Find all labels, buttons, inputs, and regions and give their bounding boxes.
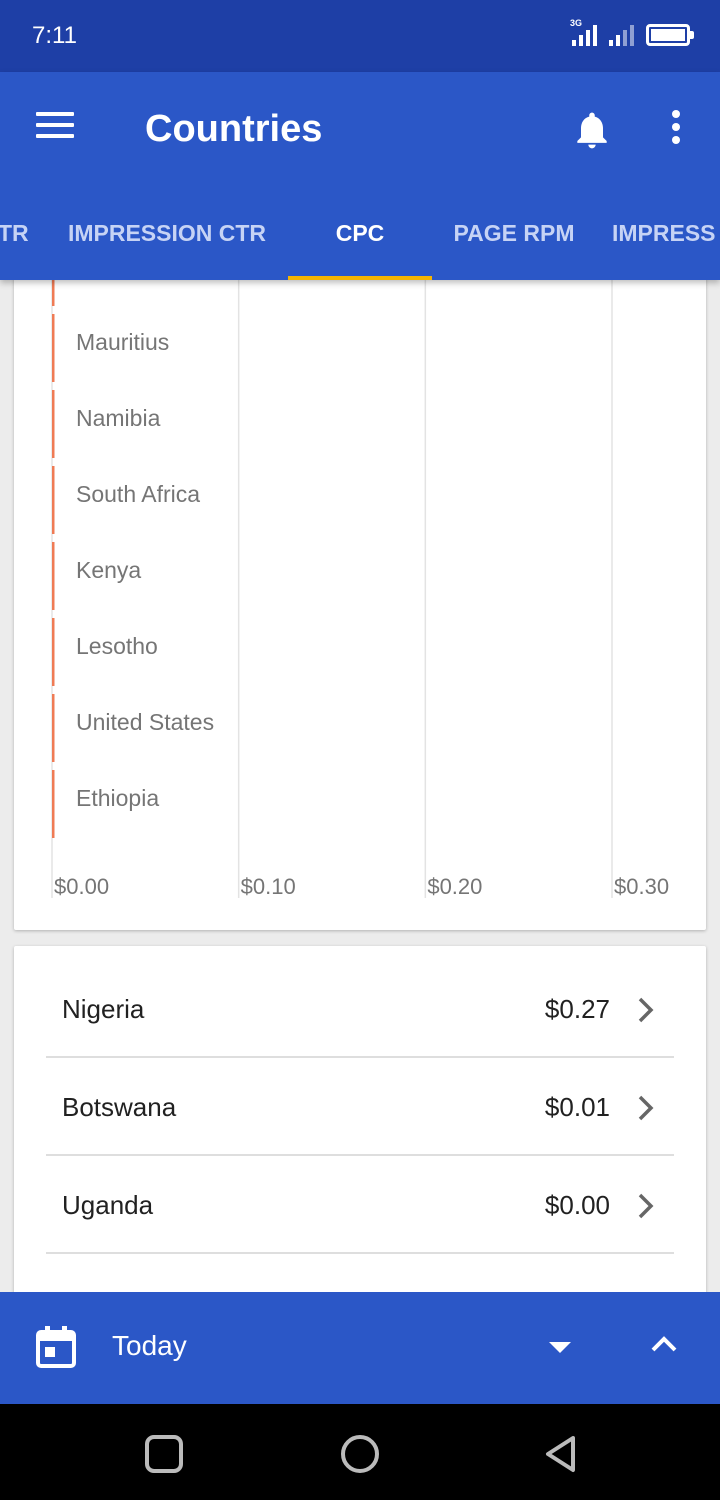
status-icons: 3G: [570, 18, 694, 46]
category-label: Lesotho: [76, 633, 158, 659]
country-name: Uganda: [62, 1190, 154, 1220]
status-time: 7:11: [32, 22, 77, 49]
country-value: $0.00: [544, 1190, 610, 1220]
back-icon[interactable]: [540, 1432, 584, 1476]
country-value: $0.01: [544, 1092, 610, 1122]
x-tick-label: $0.30: [614, 874, 669, 899]
cpc-bar-chart: $0.00$0.10$0.20$0.30UgandaMauritiusNamib…: [51, 240, 669, 899]
list-item[interactable]: Nigeria $0.27: [46, 960, 674, 1058]
page-title: Countries: [145, 108, 323, 150]
tab-impression-ctr[interactable]: IMPRESSION CTR: [62, 212, 272, 280]
battery-icon: [646, 24, 694, 46]
bar: [52, 542, 55, 610]
tab-impressions[interactable]: IMPRESS: [612, 212, 720, 280]
dropdown-arrow-icon[interactable]: [540, 1332, 580, 1364]
country-list: Nigeria $0.27 Botswana $0.01 Uganda $0.0…: [14, 946, 706, 1306]
country-name: Botswana: [62, 1092, 177, 1122]
x-tick-label: $0.10: [241, 874, 296, 899]
tab-page-rpm[interactable]: PAGE RPM: [446, 212, 582, 280]
bar: [52, 466, 55, 534]
category-label: United States: [76, 709, 214, 735]
bar: [52, 314, 55, 382]
chevron-up-icon[interactable]: [644, 1328, 684, 1360]
more-vert-icon[interactable]: [664, 110, 688, 150]
bar: [52, 390, 55, 458]
bar: [52, 770, 55, 838]
category-label: South Africa: [76, 481, 200, 507]
chart-card: $0.00$0.10$0.20$0.30UgandaMauritiusNamib…: [14, 240, 706, 930]
category-label: Mauritius: [76, 329, 169, 355]
bell-icon[interactable]: [570, 108, 614, 152]
country-name: Nigeria: [62, 994, 145, 1024]
list-item[interactable]: Uganda $0.00: [46, 1156, 674, 1254]
system-nav-bar: [0, 1404, 720, 1500]
x-tick-label: $0.20: [427, 874, 482, 899]
date-range-bar: Today: [0, 1292, 720, 1404]
country-value: $0.27: [544, 994, 610, 1024]
status-bar: 7:11 3G: [0, 0, 720, 72]
bar: [52, 618, 55, 686]
recents-icon[interactable]: [142, 1432, 186, 1476]
chevron-right-icon: [638, 1095, 654, 1121]
tab-cpc[interactable]: CPC: [288, 212, 432, 280]
bar: [52, 694, 55, 762]
chevron-right-icon: [638, 1193, 654, 1219]
chevron-right-icon: [638, 997, 654, 1023]
tab-ctr[interactable]: TR: [0, 212, 29, 280]
category-label: Namibia: [76, 405, 161, 431]
home-icon[interactable]: [338, 1432, 382, 1476]
menu-icon[interactable]: [36, 112, 76, 144]
category-label: Ethiopia: [76, 785, 159, 811]
signal-icon: [609, 24, 634, 46]
signal-3g-icon: 3G: [570, 18, 597, 46]
list-item[interactable]: Botswana $0.01: [46, 1058, 674, 1156]
x-tick-label: $0.00: [54, 874, 109, 899]
date-range-label[interactable]: Today: [112, 1330, 187, 1362]
calendar-icon: [36, 1326, 76, 1368]
metric-tabs: TR IMPRESSION CTR CPC PAGE RPM IMPRESS: [0, 212, 720, 280]
app-bar: Countries TR IMPRESSION CTR CPC PAGE RPM…: [0, 72, 720, 280]
category-label: Kenya: [76, 557, 141, 583]
